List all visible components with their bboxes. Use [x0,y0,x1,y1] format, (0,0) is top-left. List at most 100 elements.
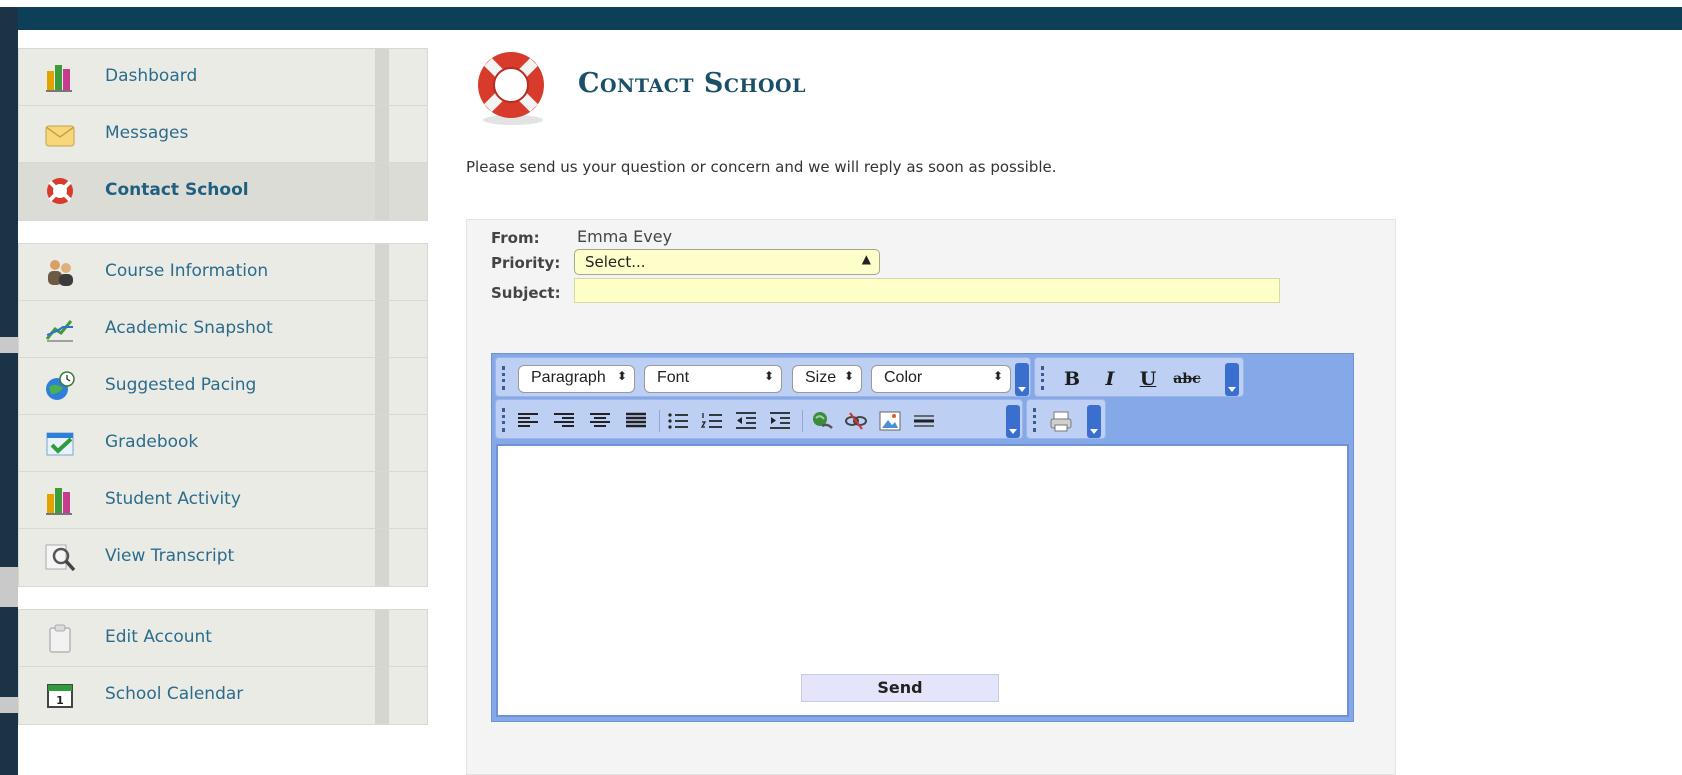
subject-label: Subject: [491,284,561,302]
from-value: Emma Evey [577,227,673,246]
underline-button[interactable]: U [1135,366,1161,392]
sidebar-item-label: Suggested Pacing [105,375,257,395]
unlink-icon[interactable] [844,410,868,432]
toolbar-group-style: B I U abc [1034,357,1244,397]
sidebar-item-suggested-pacing[interactable]: Suggested Pacing [19,358,427,415]
rich-text-editor: Paragraph ⬍ Font ⬍ Size ⬍ Color ⬍ B I U … [491,353,1354,722]
subject-input[interactable] [574,278,1280,303]
sidebar-item-label: Dashboard [105,66,198,86]
select-arrows-icon: ⬍ [616,369,627,383]
contact-form: From: Emma Evey Priority: Select... ▲ Su… [466,219,1396,775]
left-edge-strip [0,7,18,775]
page-title: Contact School [578,68,806,99]
align-justify-icon[interactable] [624,410,648,432]
font-select-value: Font [657,369,690,386]
sidebar-item-academic-snapshot[interactable]: Academic Snapshot [19,301,427,358]
sidebar-item-label: Contact School [105,180,249,200]
intro-text: Please send us your question or concern … [466,158,1057,176]
nav-item-handle [375,106,389,162]
numbered-list-icon[interactable] [700,410,724,432]
sidebar-item-label: Edit Account [105,627,212,647]
sidebar-nav: Dashboard Messages Contact School Course… [18,48,428,725]
from-label: From: [491,229,540,247]
priority-select[interactable]: Select... ▲ [574,249,880,275]
size-select[interactable]: Size ⬍ [792,365,862,393]
sidebar-item-label: Gradebook [105,432,199,452]
edge-tab [0,567,18,607]
sidebar-item-label: Student Activity [105,489,241,509]
lifebuoy-icon [47,178,73,204]
priority-select-value: Select... [585,253,646,271]
bold-button[interactable]: B [1059,366,1085,392]
toolbar-overflow-button[interactable] [1006,405,1020,438]
toolbar-overflow-button[interactable] [1087,405,1101,438]
insert-link-icon[interactable] [810,410,834,432]
nav-item-handle [375,49,389,105]
color-select[interactable]: Color ⬍ [871,365,1011,393]
nav-spacer [18,587,428,609]
magnifier-icon [45,544,76,572]
outdent-icon[interactable] [734,410,758,432]
sidebar-item-contact-school[interactable]: Contact School [19,163,427,220]
globe-clock-icon [46,371,75,400]
toolbar-overflow-button[interactable] [1225,363,1239,396]
nav-group-account: Edit Account 1 School Calendar [18,609,428,725]
nav-item-handle [375,667,389,724]
nav-item-handle [375,244,389,300]
sidebar-item-view-transcript[interactable]: View Transcript [19,529,427,586]
bullet-list-icon[interactable] [666,410,690,432]
priority-label: Priority: [491,254,561,272]
sidebar-item-edit-account[interactable]: Edit Account [19,610,427,667]
color-select-value: Color [884,369,923,386]
toolbar-separator [659,410,660,432]
sidebar-item-school-calendar[interactable]: 1 School Calendar [19,667,427,724]
indent-icon[interactable] [768,410,792,432]
edge-tab [0,337,18,353]
toolbar-separator [802,410,803,432]
lifebuoy-icon [478,52,544,125]
align-left-icon[interactable] [516,410,540,432]
edge-tab [0,697,18,713]
select-arrows-icon: ⬍ [843,369,854,383]
select-arrows-icon: ⬍ [763,369,774,383]
select-arrows-icon: ▲ [861,252,871,266]
bar-chart-icon [46,488,72,515]
sidebar-item-course-information[interactable]: Course Information [19,244,427,301]
toolbar-overflow-button[interactable] [1015,363,1029,396]
calendar-day: 1 [56,694,64,707]
envelope-icon [45,125,75,147]
align-right-icon[interactable] [552,410,576,432]
align-center-icon[interactable] [588,410,612,432]
paragraph-select[interactable]: Paragraph ⬍ [518,365,635,393]
select-arrows-icon: ⬍ [992,369,1003,383]
header-band [0,7,1682,30]
editor-toolbar-row-2 [492,396,1352,440]
clipboard-icon [49,624,71,653]
sidebar-item-dashboard[interactable]: Dashboard [19,49,427,106]
nav-group-academics: Course Information Academic Snapshot Sug… [18,243,428,587]
top-bar [0,0,1682,30]
grip-icon [1041,366,1045,390]
strikethrough-button[interactable]: abc [1169,366,1205,392]
insert-image-icon[interactable] [878,410,902,432]
sidebar-item-gradebook[interactable]: Gradebook [19,415,427,472]
nav-item-handle [375,472,389,528]
nav-group-main: Dashboard Messages Contact School [18,48,428,221]
font-select[interactable]: Font ⬍ [644,365,782,393]
checkbook-icon [46,432,74,456]
nav-item-handle [375,358,389,414]
sidebar-item-label: Messages [105,123,189,143]
print-icon[interactable] [1049,410,1073,432]
sidebar-item-messages[interactable]: Messages [19,106,427,163]
app-window: Dashboard Messages Contact School Course… [0,0,1682,775]
paragraph-select-value: Paragraph [531,369,606,386]
send-button[interactable]: Send [801,674,999,702]
sidebar-item-student-activity[interactable]: Student Activity [19,472,427,529]
bar-chart-icon [46,65,72,92]
italic-button[interactable]: I [1097,366,1123,392]
calendar-icon: 1 [47,684,73,708]
sidebar-item-label: Academic Snapshot [105,318,273,338]
toolbar-group-layout [495,399,1023,439]
horizontal-rule-icon[interactable] [912,410,936,432]
sidebar-item-label: Course Information [105,261,269,281]
